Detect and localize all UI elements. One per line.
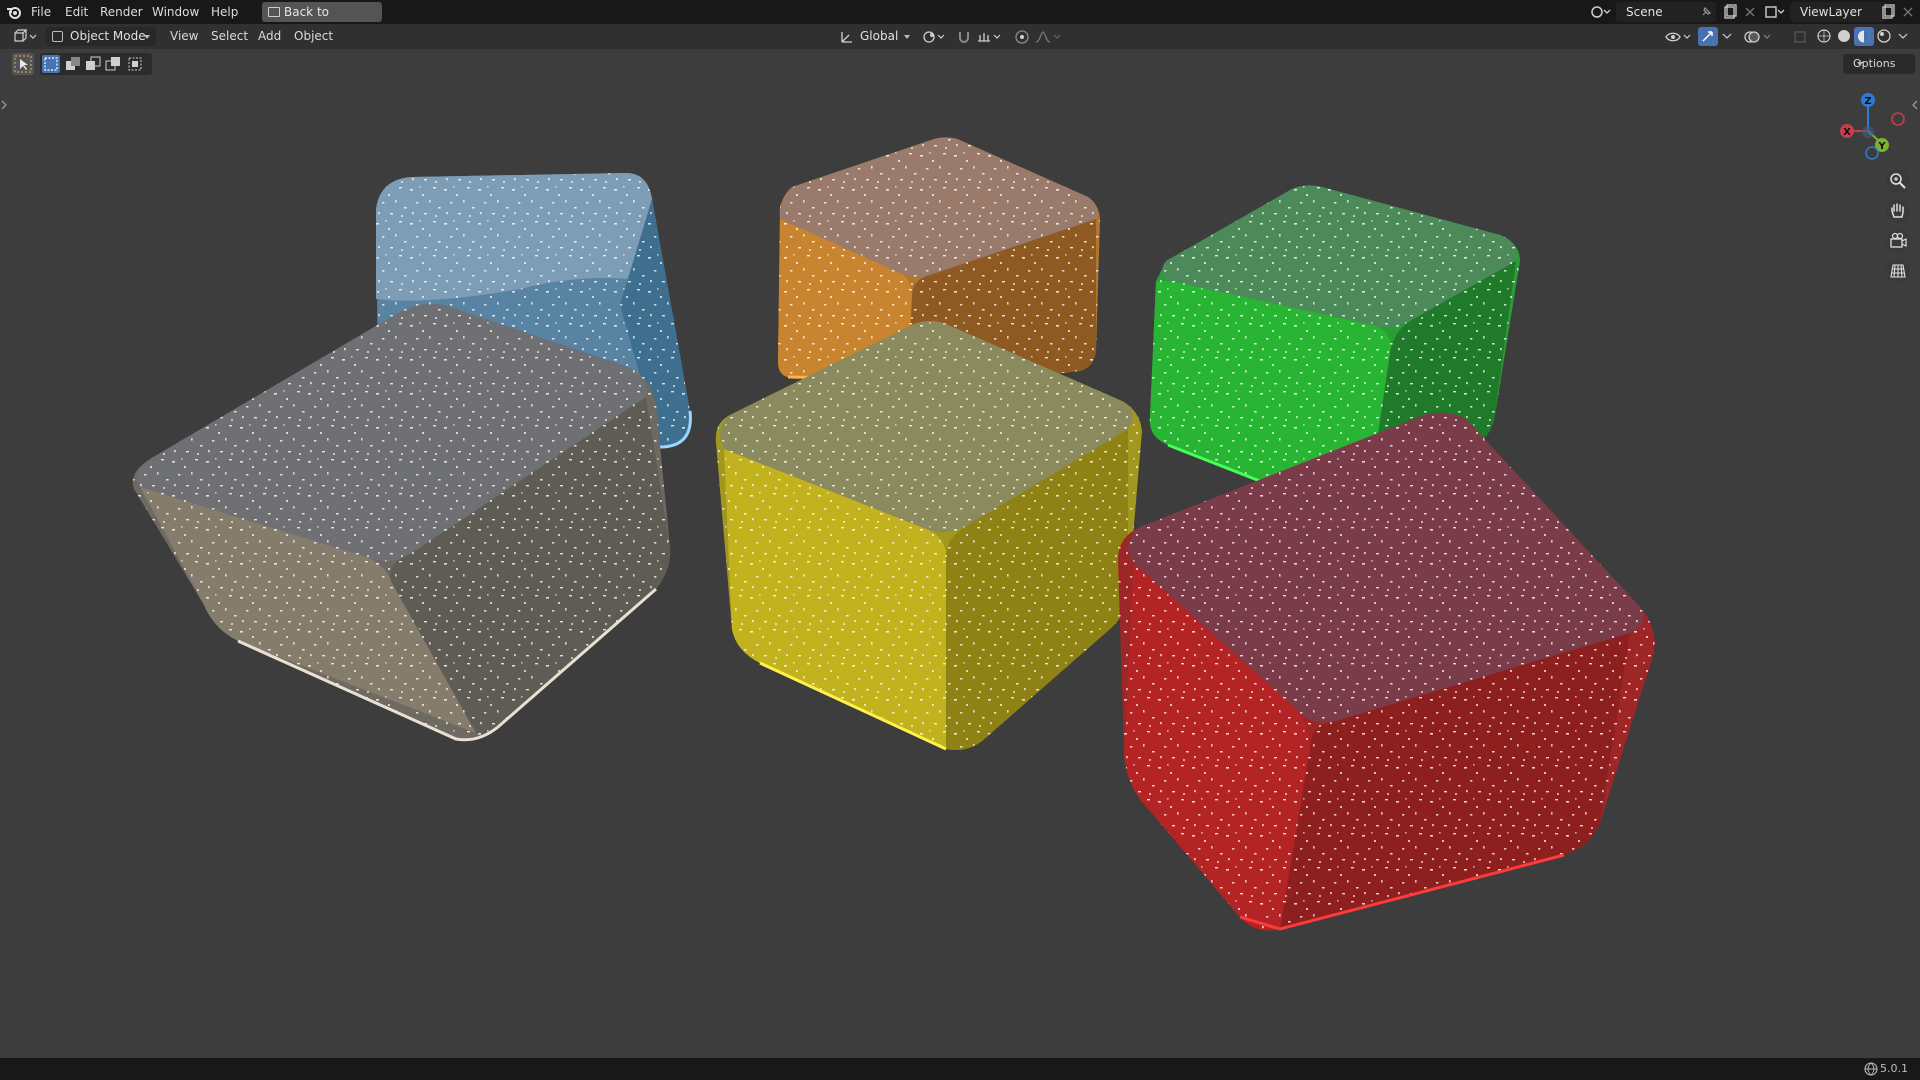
menu-add[interactable]: Add	[258, 24, 281, 49]
menu-help[interactable]: Help	[211, 0, 238, 24]
view-layer-field[interactable]: ViewLayer	[1790, 2, 1886, 22]
back-screen-icon	[268, 7, 280, 17]
object-visibility-icon[interactable]	[1664, 29, 1694, 45]
wireframe-shading-icon[interactable]	[1816, 28, 1832, 44]
material-preview-shading[interactable]	[1854, 27, 1874, 46]
viewport-header: Object Mode View Select Add Object Globa…	[0, 24, 1920, 49]
shading-options-icon[interactable]	[1898, 32, 1908, 40]
snap-target-icon[interactable]	[976, 29, 1006, 45]
view-layer-type-icon[interactable]	[1764, 4, 1786, 20]
globe-icon	[1864, 1062, 1878, 1076]
transform-orientation-dropdown[interactable]: Global	[836, 27, 914, 46]
gizmo-options-icon[interactable]	[1722, 32, 1732, 40]
delete-view-layer-icon[interactable]	[1902, 6, 1914, 18]
gizmo-toggle[interactable]	[1698, 27, 1718, 46]
scene-field[interactable]: Scene	[1616, 2, 1716, 22]
red-jelly-cube[interactable]	[1118, 412, 1655, 931]
yellow-jelly-cube[interactable]	[715, 321, 1142, 751]
orientation-axes-icon	[841, 32, 852, 43]
orientation-label: Global	[860, 29, 899, 43]
menu-object[interactable]: Object	[294, 24, 333, 49]
overlays-icon[interactable]	[1744, 29, 1774, 45]
menu-edit[interactable]: Edit	[65, 0, 88, 24]
menu-view[interactable]: View	[170, 24, 198, 49]
material-preview-icon	[1858, 30, 1870, 43]
back-to-previous-button[interactable]: Back to Previous	[262, 2, 382, 39]
object-mode-icon	[52, 31, 63, 42]
snap-toggle-icon[interactable]	[956, 29, 972, 45]
falloff-icon[interactable]	[1034, 29, 1064, 45]
menu-select[interactable]: Select	[211, 24, 248, 49]
chevron-down-icon	[144, 35, 150, 39]
version-label: 5.0.1	[1880, 1062, 1908, 1075]
menu-render[interactable]: Render	[100, 0, 143, 24]
scene-type-icon[interactable]	[1590, 4, 1612, 20]
menu-file[interactable]: File	[31, 0, 51, 24]
new-scene-icon[interactable]	[1722, 4, 1738, 20]
mode-dropdown[interactable]: Object Mode	[46, 27, 156, 46]
rendered-shading-icon[interactable]	[1876, 28, 1892, 44]
3d-viewport[interactable]: Options Z Y X	[0, 49, 1920, 1058]
scene-render	[132, 137, 1655, 931]
top-menu-bar: File Edit Render Window Help Back to Pre…	[0, 0, 1920, 39]
chevron-down-icon	[904, 35, 910, 39]
gizmo-icon	[1702, 31, 1713, 42]
proportional-editing-icon[interactable]	[1014, 29, 1030, 45]
delete-scene-icon[interactable]	[1744, 6, 1756, 18]
scene-name: Scene	[1626, 5, 1663, 19]
viewport-editor-icon	[14, 29, 37, 42]
editor-type-selector[interactable]	[12, 27, 40, 46]
xray-toggle-icon[interactable]	[1792, 29, 1808, 45]
pivot-point-icon[interactable]	[922, 29, 948, 45]
mode-label: Object Mode	[70, 29, 146, 43]
status-bar: 5.0.1	[0, 1058, 1920, 1080]
new-view-layer-icon[interactable]	[1880, 4, 1896, 20]
pin-icon[interactable]	[1700, 6, 1712, 18]
menu-window[interactable]: Window	[152, 0, 199, 24]
solid-shading-icon[interactable]	[1836, 28, 1852, 44]
view-layer-name: ViewLayer	[1800, 5, 1862, 19]
clear-jelly-cube[interactable]	[132, 304, 671, 742]
blender-logo-icon[interactable]	[6, 4, 22, 20]
